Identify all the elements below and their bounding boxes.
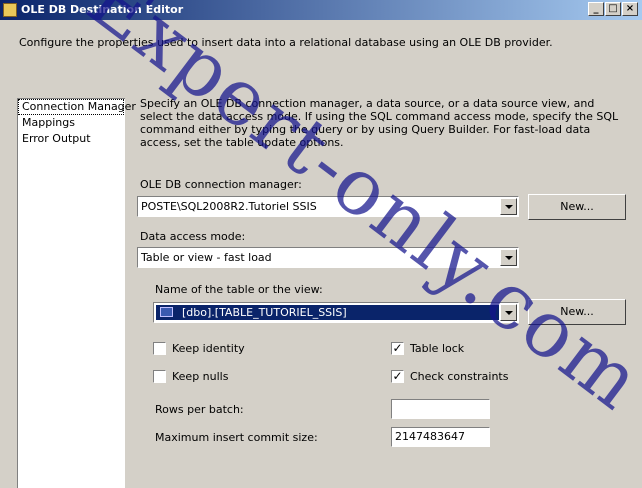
chevron-down-icon[interactable] (500, 304, 517, 321)
page-nav: Connection Manager Mappings Error Output (17, 98, 136, 488)
nav-item-connection-manager[interactable]: Connection Manager (18, 99, 136, 115)
connection-manager-value: POSTE\SQL2008R2.Tutoriel SSIS (141, 200, 317, 213)
rows-per-batch-input[interactable] (391, 399, 490, 419)
chevron-down-icon[interactable] (500, 198, 517, 215)
dialog-window: OLE DB Destination Editor _ □ × Configur… (0, 0, 642, 488)
max-commit-size-label: Maximum insert commit size: (155, 431, 318, 444)
keep-nulls-checkbox[interactable] (153, 370, 166, 383)
close-button[interactable]: × (622, 2, 638, 16)
window-title: OLE DB Destination Editor (21, 3, 184, 16)
access-mode-label: Data access mode: (140, 230, 246, 243)
keep-nulls-label: Keep nulls (172, 370, 229, 383)
max-commit-size-input[interactable]: 2147483647 (391, 427, 490, 447)
maximize-button[interactable]: □ (605, 2, 621, 16)
keep-identity-label: Keep identity (172, 342, 245, 355)
table-lock-checkbox[interactable]: ✓ (391, 342, 404, 355)
access-mode-value: Table or view - fast load (141, 251, 272, 264)
app-icon (3, 3, 17, 17)
title-bar[interactable]: OLE DB Destination Editor _ □ × (0, 0, 642, 20)
table-icon (160, 307, 173, 317)
rows-per-batch-label: Rows per batch: (155, 403, 244, 416)
table-name-select[interactable]: [dbo].[TABLE_TUTORIEL_SSIS] (153, 302, 519, 323)
connection-manager-select[interactable]: POSTE\SQL2008R2.Tutoriel SSIS (137, 196, 519, 217)
nav-item-mappings[interactable]: Mappings (18, 115, 124, 131)
table-name-value: [dbo].[TABLE_TUTORIEL_SSIS] (182, 306, 347, 319)
keep-identity-checkbox[interactable] (153, 342, 166, 355)
table-name-label: Name of the table or the view: (155, 283, 323, 296)
check-constraints-label: Check constraints (410, 370, 509, 383)
connection-manager-label: OLE DB connection manager: (140, 178, 302, 191)
editor-description: Configure the properties used to insert … (19, 36, 553, 49)
table-lock-label: Table lock (410, 342, 465, 355)
new-connection-button[interactable]: New... (528, 194, 626, 220)
chevron-down-icon[interactable] (500, 249, 517, 266)
new-table-button[interactable]: New... (528, 299, 626, 325)
check-constraints-checkbox[interactable]: ✓ (391, 370, 404, 383)
nav-item-error-output[interactable]: Error Output (18, 131, 124, 147)
minimize-button[interactable]: _ (588, 2, 604, 16)
page-intro: Specify an OLE DB connection manager, a … (140, 97, 619, 149)
access-mode-select[interactable]: Table or view - fast load (137, 247, 519, 268)
